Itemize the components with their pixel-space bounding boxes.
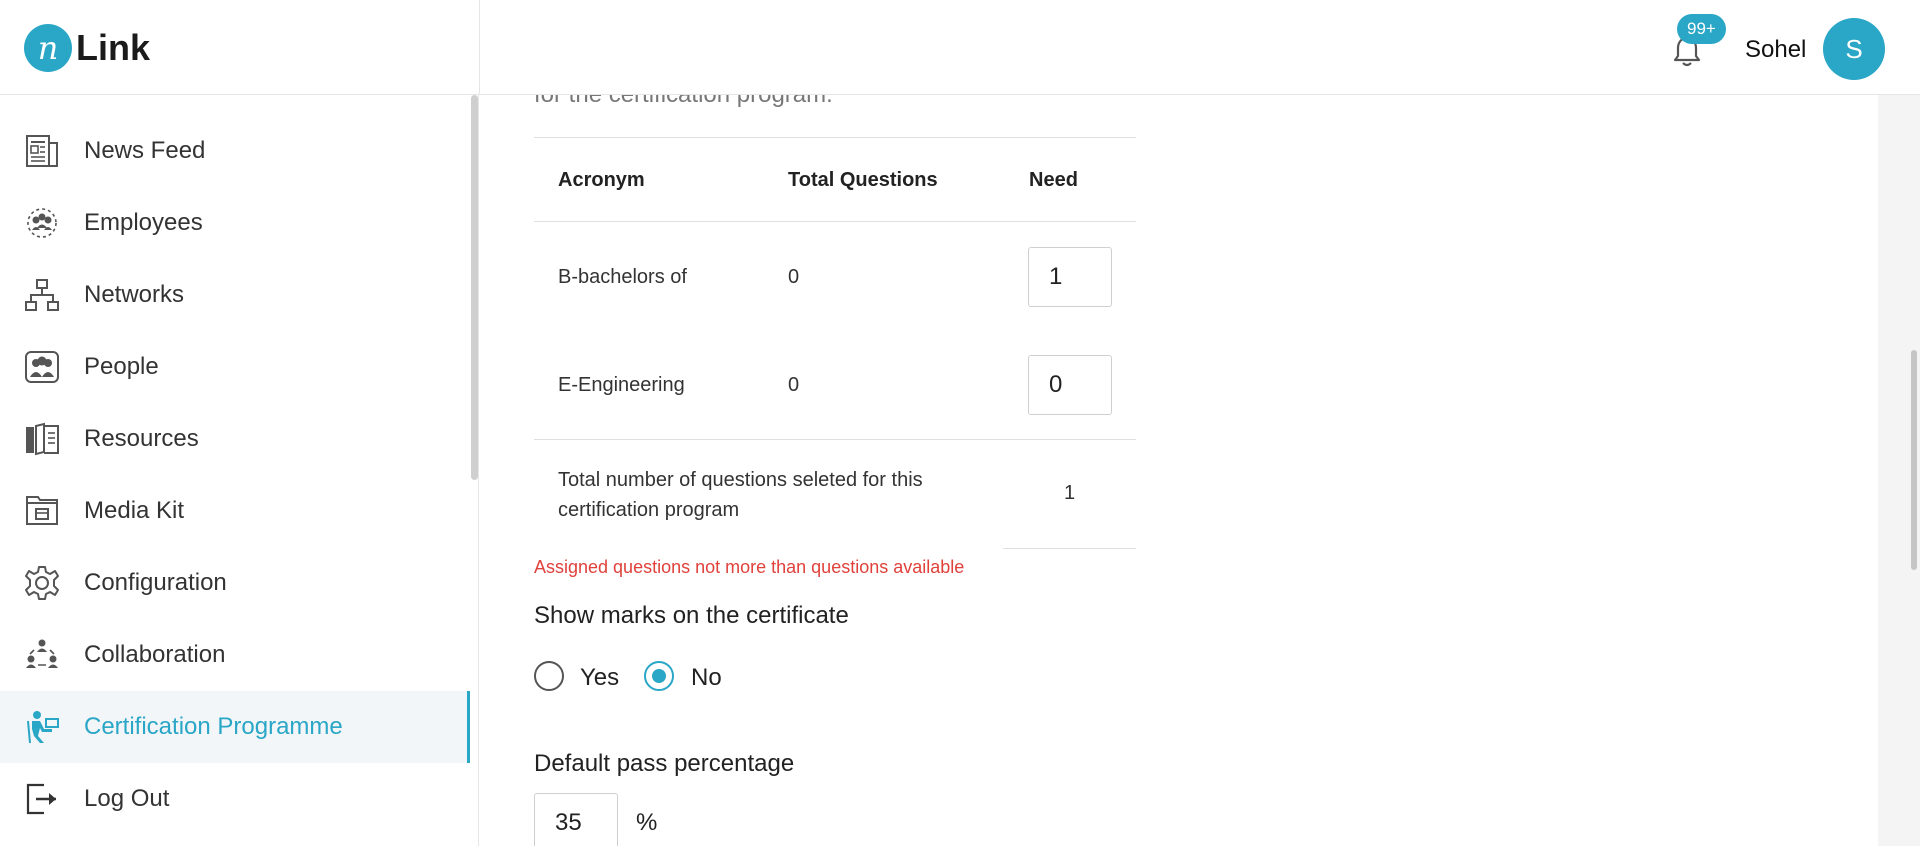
column-header-need: Need — [1029, 169, 1078, 191]
table-divider — [1003, 548, 1136, 549]
sidebar-item-label: Employees — [84, 209, 203, 236]
column-header-total-questions: Total Questions — [788, 169, 938, 191]
sidebar-item-label: News Feed — [84, 137, 206, 164]
sidebar: News Feed Employees Networks People Reso… — [0, 95, 479, 846]
user-name[interactable]: Sohel — [1745, 36, 1806, 64]
newspaper-icon — [26, 135, 58, 167]
total-selected-label: Total number of questions seleted for th… — [558, 469, 923, 521]
page-scrollbar[interactable] — [1911, 350, 1917, 570]
pass-percentage-input[interactable] — [534, 793, 618, 846]
main-content: for the certification program. Acronym T… — [480, 95, 1878, 846]
network-icon — [25, 279, 59, 311]
media-kit-icon — [26, 496, 58, 525]
pass-percentage-label: Default pass percentage — [534, 750, 795, 777]
acronym-cell: E-Engineering — [558, 374, 685, 396]
show-marks-label: Show marks on the certificate — [534, 602, 849, 629]
table-divider — [534, 221, 1136, 222]
total-questions-cell: 0 — [788, 374, 800, 396]
sidebar-item-collaboration[interactable]: Collaboration — [0, 619, 470, 691]
sidebar-item-resources[interactable]: Resources — [0, 403, 470, 475]
collaboration-icon — [26, 639, 58, 668]
app-logo[interactable]: n Link — [24, 24, 150, 72]
sidebar-item-label: Media Kit — [84, 497, 185, 524]
sidebar-item-label: Resources — [84, 425, 199, 452]
logout-icon — [26, 783, 56, 815]
people-icon — [25, 351, 59, 383]
sidebar-item-label: Networks — [84, 281, 185, 308]
table-divider — [534, 439, 1136, 440]
need-input[interactable] — [1028, 355, 1112, 415]
sidebar-scrollbar[interactable] — [471, 95, 478, 480]
sidebar-item-label: Collaboration — [84, 641, 226, 668]
percent-unit: % — [636, 809, 658, 836]
sidebar-item-employees[interactable]: Employees — [0, 187, 470, 259]
show-marks-no-radio[interactable] — [644, 661, 674, 691]
sidebar-item-log-out[interactable]: Log Out — [0, 763, 470, 835]
book-icon — [26, 422, 59, 456]
show-marks-yes-radio[interactable] — [534, 661, 564, 691]
show-marks-no-label[interactable]: No — [691, 664, 722, 692]
gear-icon — [25, 566, 59, 600]
sidebar-item-label: Log Out — [84, 785, 170, 812]
total-questions-cell: 0 — [788, 266, 800, 288]
validation-error-message: Assigned questions not more than questio… — [534, 557, 965, 577]
table-divider — [534, 137, 1136, 138]
logo-text: Link — [76, 27, 151, 68]
sidebar-item-news-feed[interactable]: News Feed — [0, 115, 470, 187]
total-selected-value: 1 — [1064, 482, 1076, 504]
avatar[interactable]: S — [1823, 18, 1885, 80]
sidebar-item-people[interactable]: People — [0, 331, 470, 403]
show-marks-yes-label[interactable]: Yes — [580, 664, 619, 692]
notification-count-badge: 99+ — [1677, 14, 1726, 44]
logo-mark: n — [24, 24, 72, 72]
intro-text: for the certification program. — [534, 95, 833, 109]
sidebar-item-label: Certification Programme — [84, 713, 343, 740]
sidebar-item-media-kit[interactable]: Media Kit — [0, 475, 470, 547]
header-divider — [479, 0, 480, 95]
acronym-cell: B-bachelors of — [558, 266, 687, 288]
certification-icon — [27, 711, 59, 744]
need-input[interactable] — [1028, 247, 1112, 307]
sidebar-item-label: Configuration — [84, 569, 227, 596]
sidebar-item-networks[interactable]: Networks — [0, 259, 470, 331]
sidebar-item-label: People — [84, 353, 159, 380]
top-header: n Link 99+ Sohel S — [0, 0, 1920, 95]
sidebar-item-certification-programme[interactable]: Certification Programme — [0, 691, 470, 763]
employees-icon — [27, 208, 57, 238]
column-header-acronym: Acronym — [558, 169, 645, 191]
sidebar-item-configuration[interactable]: Configuration — [0, 547, 470, 619]
